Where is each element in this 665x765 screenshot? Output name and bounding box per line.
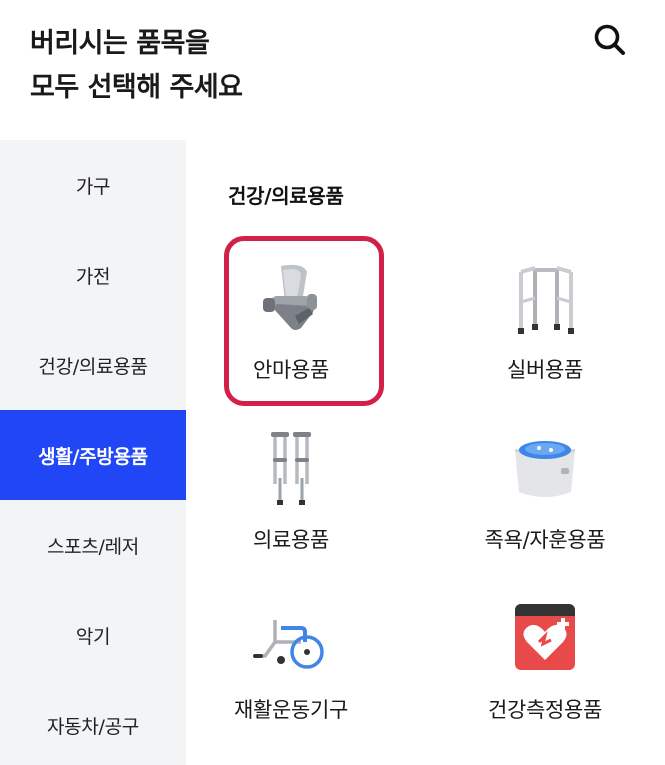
sidebar-item-instruments[interactable]: 악기 bbox=[0, 590, 186, 680]
sidebar-item-appliances[interactable]: 가전 bbox=[0, 230, 186, 320]
sidebar-item-living-kitchen[interactable]: 생활/주방용품 bbox=[0, 410, 186, 500]
item-label: 재활운동기구 bbox=[233, 698, 349, 722]
item-label: 실버용품 bbox=[506, 358, 584, 382]
item-massage[interactable]: 안마용품 bbox=[186, 236, 396, 406]
crutches-icon bbox=[271, 432, 311, 505]
heart-monitor-icon bbox=[515, 604, 575, 670]
massage-chair-icon bbox=[263, 264, 317, 330]
sidebar-item-furniture[interactable]: 가구 bbox=[0, 140, 186, 230]
item-label: 족욕/자훈용품 bbox=[484, 528, 606, 552]
section-title: 건강/의료용품 bbox=[228, 184, 344, 208]
header: 버리시는 품목을 모두 선택해 주세요 bbox=[0, 0, 665, 140]
item-health-measure[interactable]: 건강측정용품 bbox=[440, 576, 650, 746]
page-title-line-2: 모두 선택해 주세요 bbox=[30, 72, 243, 103]
item-label: 안마용품 bbox=[252, 358, 330, 382]
item-label: 의료용품 bbox=[252, 528, 330, 552]
walker-icon bbox=[518, 266, 574, 334]
foot-spa-icon bbox=[514, 441, 576, 497]
page-title: 버리시는 품목을 모두 선택해 주세요 bbox=[30, 22, 243, 110]
search-button[interactable] bbox=[588, 18, 632, 62]
sidebar-item-car-tools[interactable]: 자동차/공구 bbox=[0, 680, 186, 765]
item-silver[interactable]: 실버용품 bbox=[440, 236, 650, 406]
item-medical[interactable]: 의료용품 bbox=[186, 406, 396, 576]
item-foot-spa[interactable]: 족욕/자훈용품 bbox=[440, 406, 650, 576]
item-rehab[interactable]: 재활운동기구 bbox=[186, 576, 396, 746]
wheelchair-icon bbox=[253, 620, 324, 669]
category-sidebar: 가구 가전 건강/의료용품 생활/주방용품 스포츠/레저 악기 자동차/공구 bbox=[0, 140, 186, 765]
category-content: 건강/의료용품 안마용품 실버용품 의료용품 족욕/자훈용품 재활운동기구 건강… bbox=[186, 140, 665, 765]
page-title-line-1: 버리시는 품목을 bbox=[30, 28, 210, 59]
sidebar-item-sports-leisure[interactable]: 스포츠/레저 bbox=[0, 500, 186, 590]
sidebar-item-health-medical[interactable]: 건강/의료용품 bbox=[0, 320, 186, 410]
item-label: 건강측정용품 bbox=[487, 698, 603, 722]
search-icon bbox=[594, 24, 625, 55]
